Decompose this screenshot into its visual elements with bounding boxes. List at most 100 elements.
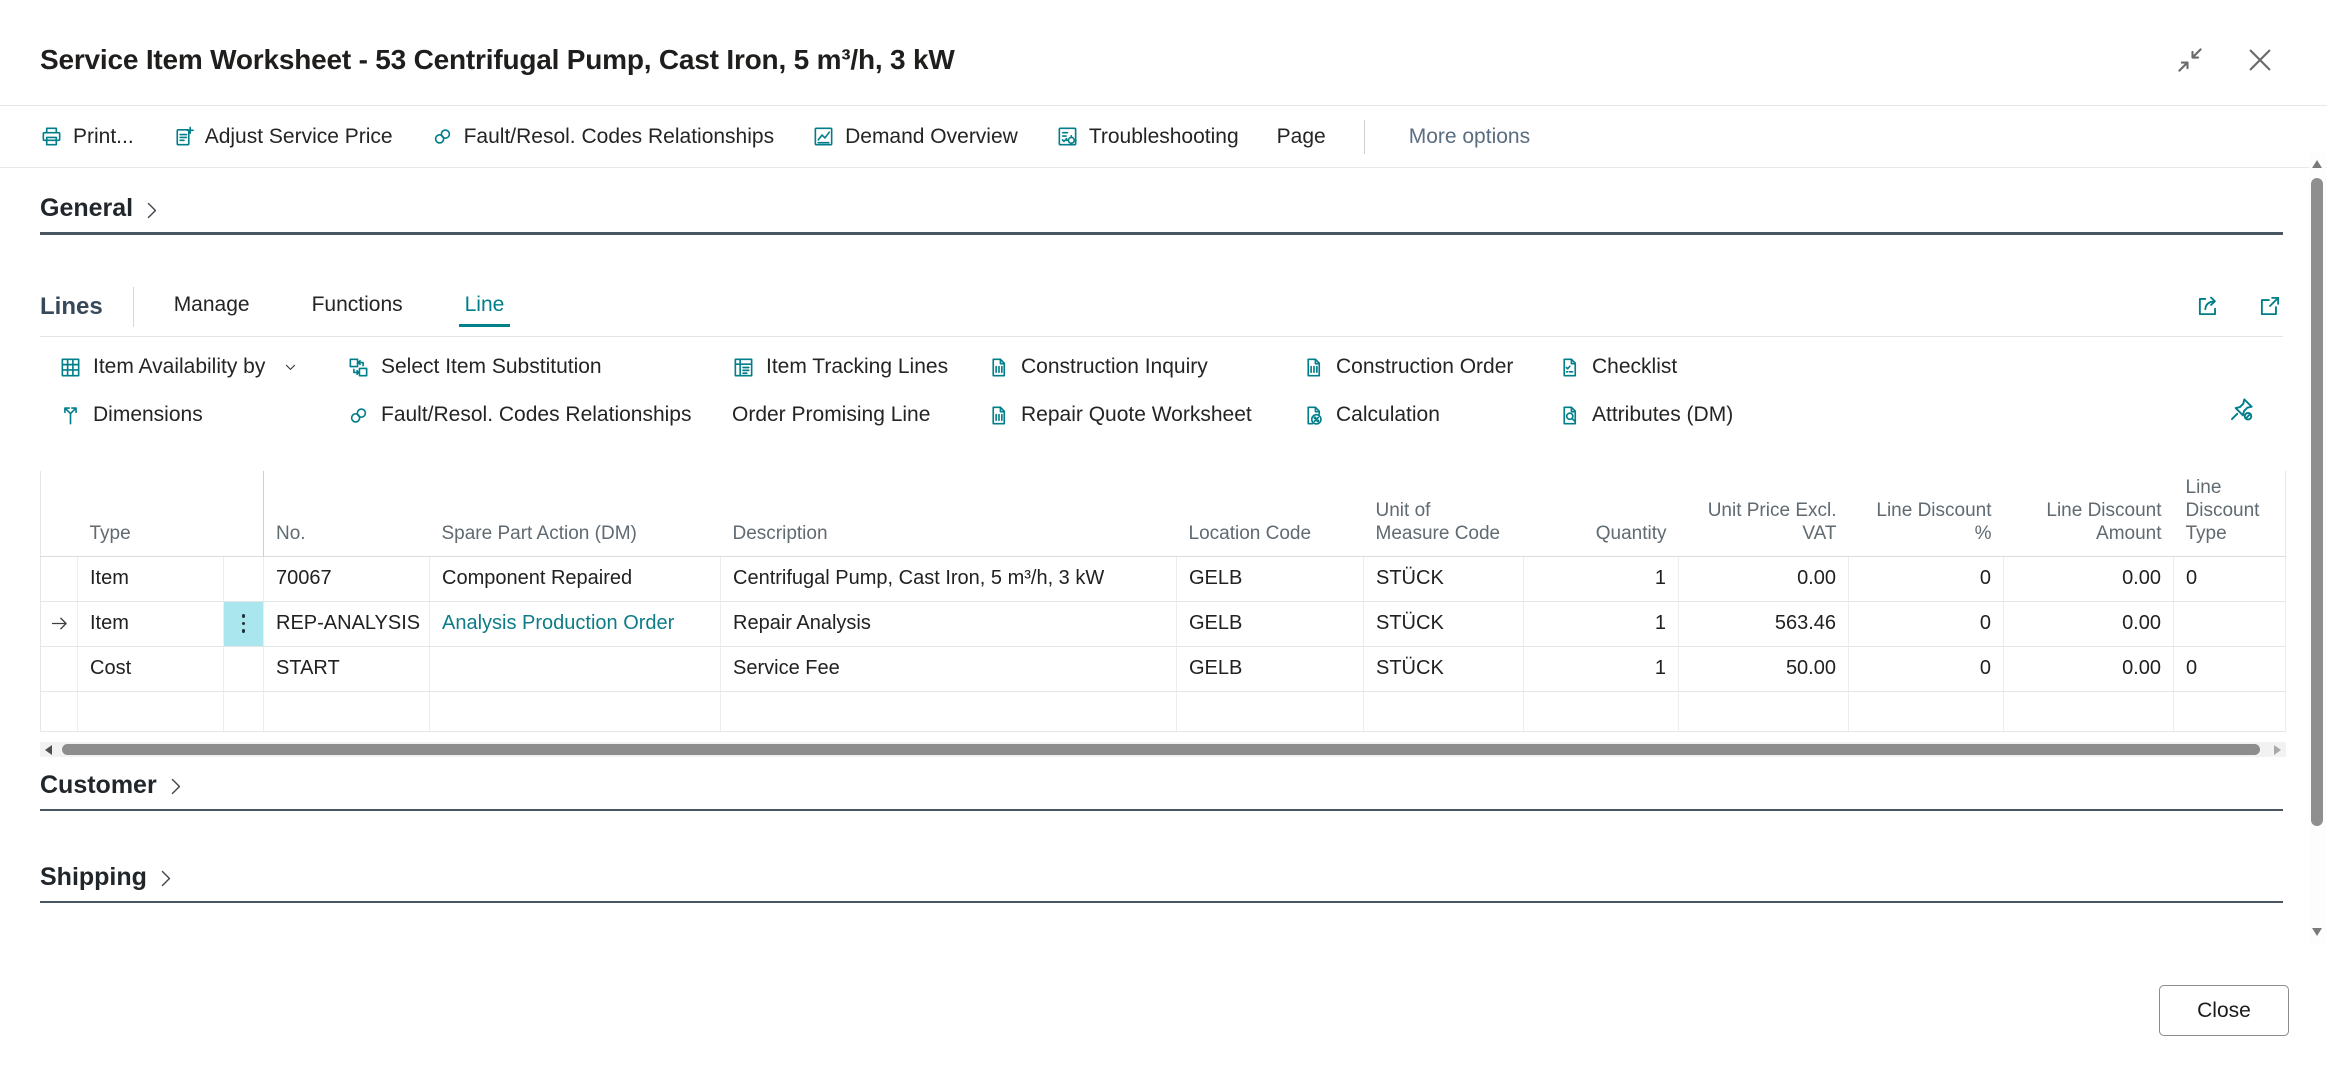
line-discount-type-cell[interactable]: 0 xyxy=(2174,646,2286,691)
column-header-description[interactable]: Description xyxy=(721,471,1177,556)
quantity-cell[interactable]: 1 xyxy=(1524,556,1679,601)
unit-price-cell[interactable]: 0.00 xyxy=(1679,556,1849,601)
restore-window-icon[interactable] xyxy=(2175,45,2205,75)
tab-manage[interactable]: Manage xyxy=(168,292,256,327)
construction-order-button[interactable]: Construction Order xyxy=(1302,355,1558,379)
adjust-service-price-label: Adjust Service Price xyxy=(205,125,393,149)
lines-table: Type No. Spare Part Action (DM) Descript… xyxy=(40,471,2286,732)
checklist-icon xyxy=(1558,356,1581,379)
unpin-icon[interactable] xyxy=(2222,395,2261,427)
troubleshooting-button[interactable]: Troubleshooting xyxy=(1056,125,1239,149)
row-menu-cell[interactable] xyxy=(224,646,264,691)
spare-part-action-cell[interactable]: Component Repaired xyxy=(430,556,721,601)
scroll-left-arrow-icon[interactable] xyxy=(45,745,52,755)
customer-section-label: Customer xyxy=(40,771,157,800)
dimensions-button[interactable]: Dimensions xyxy=(59,403,347,427)
spare-part-action-link[interactable]: Analysis Production Order xyxy=(442,612,674,634)
line-discount-pct-cell[interactable]: 0 xyxy=(1849,646,2004,691)
fault-resol-codes-label: Fault/Resol. Codes Relationships xyxy=(464,125,775,149)
shipping-section-header[interactable]: Shipping xyxy=(40,863,2283,901)
no-cell[interactable]: 70067 xyxy=(264,556,430,601)
row-menu-dots-icon xyxy=(242,614,246,633)
table-row-empty xyxy=(41,691,2286,731)
row-menu-cell[interactable] xyxy=(224,556,264,601)
customer-section-header[interactable]: Customer xyxy=(40,771,2283,809)
unit-price-cell[interactable]: 563.46 xyxy=(1679,601,1849,646)
lines-divider xyxy=(133,287,134,327)
row-selector-cell[interactable] xyxy=(41,646,78,691)
row-menu-cell[interactable] xyxy=(224,601,264,646)
tab-line[interactable]: Line xyxy=(459,292,511,327)
repair-quote-worksheet-button[interactable]: Repair Quote Worksheet xyxy=(987,403,1302,427)
close-button[interactable]: Close xyxy=(2159,985,2289,1036)
line-discount-amount-cell[interactable]: 0.00 xyxy=(2004,601,2174,646)
column-header-unit-of-measure[interactable]: Unit of Measure Code xyxy=(1364,471,1524,556)
column-header-unit-price[interactable]: Unit Price Excl. VAT xyxy=(1679,471,1849,556)
selector-column-header xyxy=(41,471,78,556)
line-discount-type-cell[interactable] xyxy=(2174,601,2286,646)
location-code-cell[interactable]: GELB xyxy=(1177,556,1364,601)
type-cell[interactable]: Cost xyxy=(78,646,224,691)
tabs-rule xyxy=(40,336,2283,337)
calculation-button[interactable]: Calculation xyxy=(1302,403,1558,427)
select-item-substitution-button[interactable]: Select Item Substitution xyxy=(347,355,732,379)
column-header-spare-part-action[interactable]: Spare Part Action (DM) xyxy=(430,471,721,556)
location-code-cell[interactable]: GELB xyxy=(1177,601,1364,646)
scroll-up-arrow-icon[interactable] xyxy=(2312,160,2322,168)
column-header-line-discount-amount[interactable]: Line Discount Amount xyxy=(2004,471,2174,556)
fault-resol-codes-line-button[interactable]: Fault/Resol. Codes Relationships xyxy=(347,403,732,427)
printer-icon xyxy=(40,125,63,148)
column-header-type[interactable]: Type xyxy=(78,471,224,556)
column-header-no[interactable]: No. xyxy=(264,471,430,556)
column-header-location-code[interactable]: Location Code xyxy=(1177,471,1364,556)
column-header-line-discount-pct[interactable]: Line Discount % xyxy=(1849,471,2004,556)
item-availability-by-button[interactable]: Item Availability by xyxy=(59,355,347,379)
description-cell[interactable]: Centrifugal Pump, Cast Iron, 5 m³/h, 3 k… xyxy=(721,556,1177,601)
unit-of-measure-cell[interactable]: STÜCK xyxy=(1364,646,1524,691)
no-cell[interactable]: REP-ANALYSIS xyxy=(264,601,430,646)
description-cell[interactable]: Repair Analysis xyxy=(721,601,1177,646)
scroll-right-arrow-icon[interactable] xyxy=(2274,745,2281,755)
checklist-button[interactable]: Checklist xyxy=(1558,355,2283,379)
column-header-line-discount-type[interactable]: Line Discount Type xyxy=(2174,471,2286,556)
fault-resol-codes-button[interactable]: Fault/Resol. Codes Relationships xyxy=(431,125,775,149)
spare-part-action-cell[interactable] xyxy=(430,646,721,691)
page-menu-button[interactable]: Page xyxy=(1277,125,1326,149)
location-code-cell[interactable]: GELB xyxy=(1177,646,1364,691)
type-cell[interactable]: Item xyxy=(78,601,224,646)
chevron-right-icon xyxy=(155,868,176,889)
unit-of-measure-cell[interactable]: STÜCK xyxy=(1364,601,1524,646)
more-options-button[interactable]: More options xyxy=(1403,124,1536,150)
order-promising-line-button[interactable]: Order Promising Line xyxy=(732,403,987,427)
description-cell[interactable]: Service Fee xyxy=(721,646,1177,691)
quantity-cell[interactable]: 1 xyxy=(1524,601,1679,646)
adjust-service-price-button[interactable]: Adjust Service Price xyxy=(172,125,393,149)
unit-price-cell[interactable]: 50.00 xyxy=(1679,646,1849,691)
line-discount-amount-cell[interactable]: 0.00 xyxy=(2004,556,2174,601)
construction-inquiry-button[interactable]: Construction Inquiry xyxy=(987,355,1302,379)
horizontal-scrollbar-thumb[interactable] xyxy=(62,744,2260,755)
share-icon[interactable] xyxy=(2195,293,2221,319)
scroll-down-arrow-icon[interactable] xyxy=(2312,928,2322,936)
demand-overview-button[interactable]: Demand Overview xyxy=(812,125,1018,149)
line-discount-amount-cell[interactable]: 0.00 xyxy=(2004,646,2174,691)
column-header-quantity[interactable]: Quantity xyxy=(1524,471,1679,556)
attributes-dm-button[interactable]: Attributes (DM) xyxy=(1558,403,2283,427)
print-button[interactable]: Print... xyxy=(40,125,134,149)
unit-of-measure-cell[interactable]: STÜCK xyxy=(1364,556,1524,601)
line-discount-pct-cell[interactable]: 0 xyxy=(1849,601,2004,646)
general-section-header[interactable]: General xyxy=(40,194,2283,232)
open-in-new-window-icon[interactable] xyxy=(2257,293,2283,319)
vertical-scrollbar-thumb[interactable] xyxy=(2311,178,2323,826)
document-icon xyxy=(987,404,1010,427)
active-row-indicator[interactable] xyxy=(41,601,78,646)
line-discount-pct-cell[interactable]: 0 xyxy=(1849,556,2004,601)
no-cell[interactable]: START xyxy=(264,646,430,691)
line-discount-type-cell[interactable]: 0 xyxy=(2174,556,2286,601)
item-tracking-lines-button[interactable]: Item Tracking Lines xyxy=(732,355,987,379)
quantity-cell[interactable]: 1 xyxy=(1524,646,1679,691)
close-window-icon[interactable] xyxy=(2245,45,2275,75)
tab-functions[interactable]: Functions xyxy=(306,292,409,327)
type-cell[interactable]: Item xyxy=(78,556,224,601)
row-selector-cell[interactable] xyxy=(41,556,78,601)
